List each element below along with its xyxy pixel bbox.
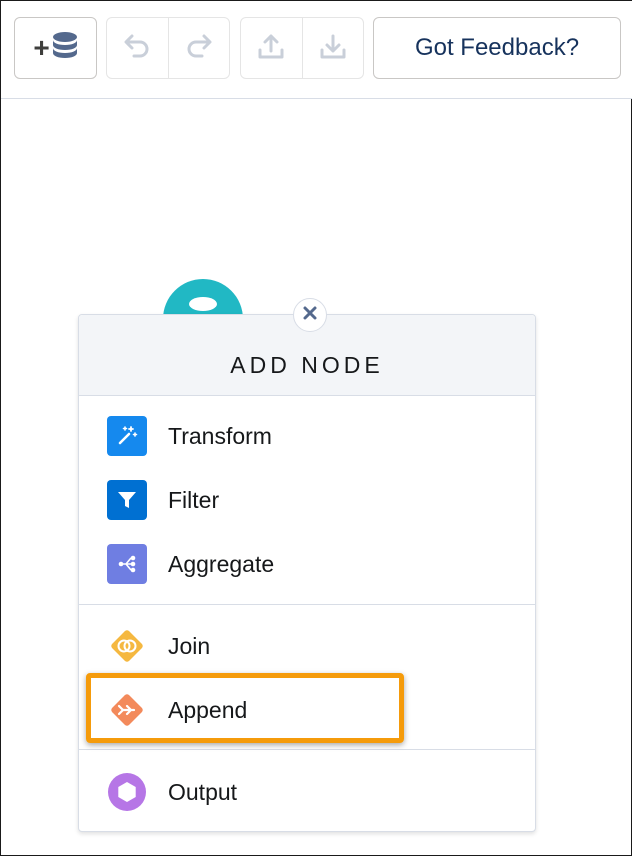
redo-button[interactable] — [167, 18, 230, 78]
divider — [79, 749, 535, 750]
dataset-node-icon — [189, 297, 217, 311]
plus-label: + — [33, 32, 50, 63]
upload-icon — [257, 32, 285, 65]
menu-item-label: Transform — [168, 422, 272, 449]
output-icon — [107, 772, 147, 812]
menu-item-label: Filter — [168, 486, 220, 513]
panel-title: ADD NODE — [230, 352, 384, 378]
append-highlight-box — [86, 673, 404, 743]
undo-redo-group — [106, 17, 230, 79]
undo-icon — [123, 33, 151, 64]
app-frame: + Got Feedback? ADD NODE Transform Filte… — [0, 0, 632, 856]
toolbar: + Got Feedback? — [1, 1, 632, 99]
download-button[interactable] — [301, 18, 364, 78]
undo-button[interactable] — [107, 18, 168, 78]
menu-item-label: Output — [168, 778, 238, 805]
menu-item-label: Aggregate — [168, 550, 275, 577]
magic-wand-icon — [107, 416, 147, 456]
menu-item-label: Join — [168, 632, 211, 659]
redo-icon — [185, 33, 213, 64]
close-icon — [302, 305, 318, 326]
join-icon — [107, 626, 147, 666]
close-button[interactable] — [293, 298, 327, 332]
divider — [79, 604, 535, 605]
feedback-button[interactable]: Got Feedback? — [373, 17, 621, 79]
aggregate-icon — [107, 544, 147, 584]
menu-item-output[interactable]: Output — [79, 767, 535, 817]
menu-item-aggregate[interactable]: Aggregate — [79, 539, 535, 589]
menu-item-filter[interactable]: Filter — [79, 475, 535, 525]
database-icon — [52, 31, 78, 66]
filter-icon — [107, 480, 147, 520]
menu-item-join[interactable]: Join — [79, 621, 535, 671]
add-dataset-button[interactable]: + — [14, 17, 97, 79]
download-icon — [319, 32, 347, 65]
upload-button[interactable] — [241, 18, 302, 78]
upload-download-group — [240, 17, 364, 79]
add-node-panel: ADD NODE Transform Filter Aggregate Join… — [78, 298, 536, 832]
menu-item-transform[interactable]: Transform — [79, 411, 535, 461]
